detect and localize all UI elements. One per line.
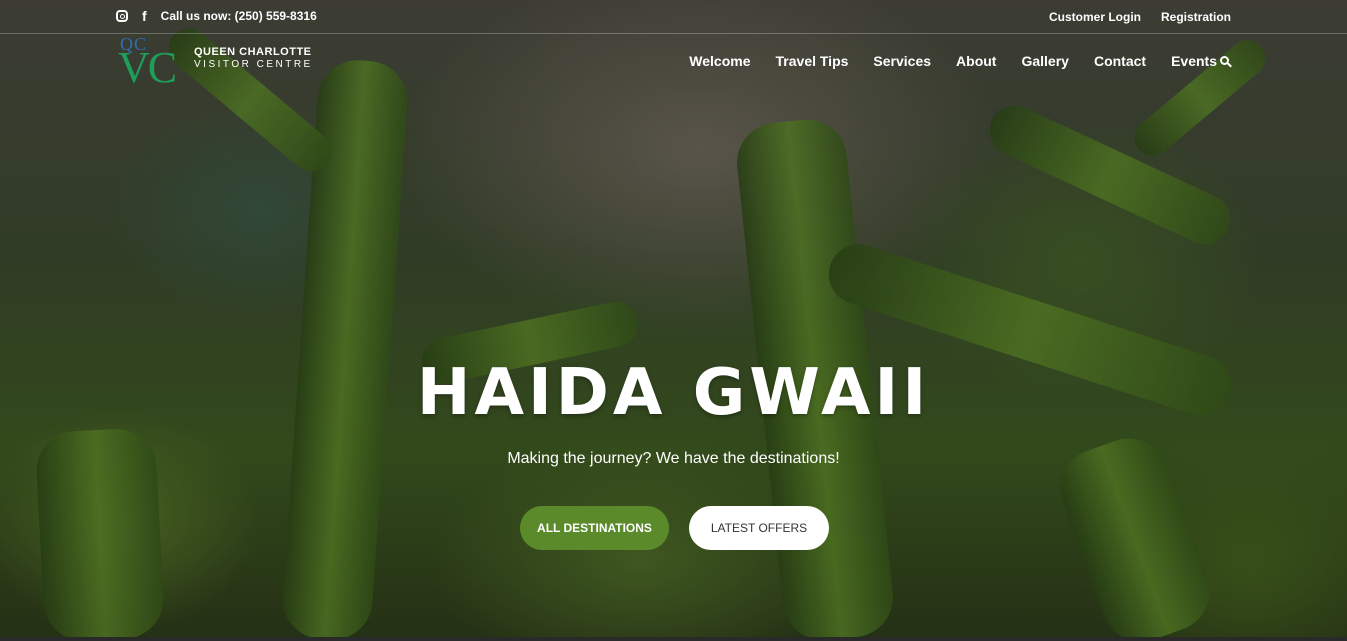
logo-mark: QC VC [118, 34, 188, 92]
customer-login-link[interactable]: Customer Login [1049, 10, 1141, 24]
hero-overlay [0, 0, 1347, 641]
registration-link[interactable]: Registration [1161, 10, 1231, 24]
hero-banner: f Call us now: (250) 559-8316 Customer L… [0, 0, 1347, 641]
main-nav: Welcome Travel Tips Services About Galle… [689, 53, 1217, 69]
nav-item-welcome[interactable]: Welcome [689, 53, 750, 69]
bottom-strip [0, 637, 1347, 641]
hero-subtitle: Making the journey? We have the destinat… [507, 450, 840, 467]
phone-number[interactable]: Call us now: (250) 559-8316 [161, 9, 317, 23]
social-links: f Call us now: (250) 559-8316 [116, 9, 317, 23]
logo-line-2: VISITOR CENTRE [194, 58, 313, 70]
top-bar: f Call us now: (250) 559-8316 Customer L… [0, 0, 1347, 34]
instagram-icon[interactable] [116, 10, 128, 22]
nav-item-about[interactable]: About [956, 53, 996, 69]
nav-item-services[interactable]: Services [873, 53, 931, 69]
logo-line-1: QUEEN CHARLOTTE [194, 46, 312, 59]
facebook-icon[interactable]: f [142, 9, 147, 23]
nav-item-contact[interactable]: Contact [1094, 53, 1146, 69]
all-destinations-button[interactable]: ALL DESTINATIONS [520, 506, 669, 550]
nav-item-travel-tips[interactable]: Travel Tips [776, 53, 849, 69]
latest-offers-button[interactable]: LATEST OFFERS [689, 506, 829, 550]
search-icon[interactable] [1220, 56, 1229, 65]
hero-title: HAIDA GWAII [416, 356, 931, 430]
logo-mark-main: VC [118, 43, 177, 92]
account-links: Customer Login Registration [1049, 10, 1231, 24]
logo-text: QUEEN CHARLOTTE VISITOR CENTRE [194, 46, 313, 69]
nav-item-events[interactable]: Events [1171, 53, 1217, 69]
site-logo[interactable]: QC VC QUEEN CHARLOTTE VISITOR CENTRE [118, 34, 313, 92]
nav-item-gallery[interactable]: Gallery [1021, 53, 1068, 69]
